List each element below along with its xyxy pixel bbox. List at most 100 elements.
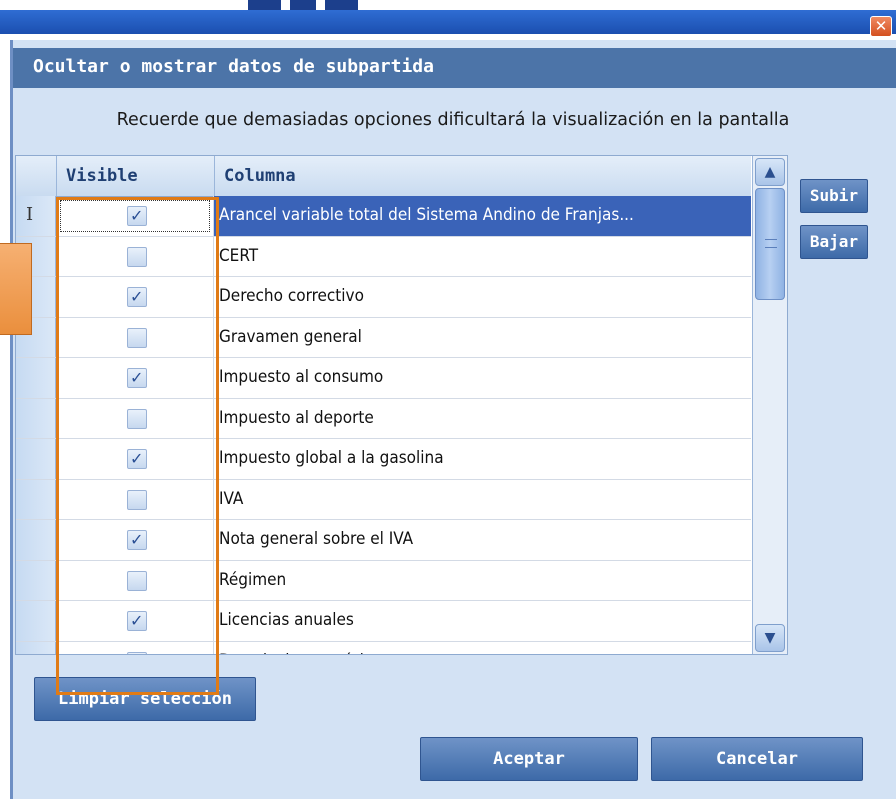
row-selector[interactable] [16,560,56,600]
row-selector-header [16,156,57,196]
row-selector[interactable] [16,439,56,479]
visible-checkbox[interactable] [127,570,147,591]
row-selector[interactable] [16,479,56,519]
table-row[interactable]: IVA [16,479,751,520]
column-name-label: Impuesto global a la gasolina [219,448,444,468]
check-icon: ✓ [130,611,144,630]
vertical-scrollbar[interactable]: ▲ ▼ [752,156,787,654]
visible-checkbox[interactable]: ✓ [127,368,147,388]
visible-checkbox[interactable]: ✓ [127,206,147,226]
column-name-cell[interactable]: CERT [214,237,751,277]
table-row[interactable]: Descripciones mínimas [16,641,751,655]
table-row[interactable]: CERT [16,236,751,277]
columns-grid: Visible Columna I ✓ Arancel variable total… [15,155,788,655]
column-name-cell[interactable]: Impuesto al consumo [214,358,751,398]
column-name-cell[interactable]: Régimen [214,561,751,601]
move-down-button[interactable]: Bajar [800,225,868,259]
column-name-cell[interactable]: Derecho correctivo [214,277,751,317]
window-top-strip [0,0,896,34]
visible-checkbox[interactable] [127,489,147,510]
column-name-cell[interactable]: IVA [214,480,751,520]
grid-rows: I ✓ Arancel variable total del Sistema And… [16,196,751,655]
visible-checkbox[interactable]: ✓ [127,611,147,631]
column-name-cell[interactable]: Licencias anuales [214,601,751,641]
logo-fragment [248,0,358,10]
table-row[interactable]: ✓ Nota general sobre el IVA [16,520,751,561]
grip-icon [765,239,777,248]
table-row[interactable]: ✓ Licencias anuales [16,601,751,642]
check-icon: ✓ [130,368,144,387]
column-name-label: Derecho correctivo [219,286,364,306]
visible-cell [56,317,214,357]
row-selector[interactable] [16,520,56,560]
visible-checkbox[interactable] [127,651,147,654]
visible-checkbox[interactable]: ✓ [127,449,147,469]
column-name-label: Régimen [219,569,287,590]
row-selector[interactable] [16,641,56,654]
visible-cell: ✓ [56,196,214,236]
dialog: Ocultar o mostrar datos de subpartida Re… [10,40,896,799]
chevron-up-icon: ▲ [764,164,776,180]
table-row[interactable]: I ✓ Arancel variable total del Sistema And… [16,196,751,237]
column-name-cell[interactable]: Impuesto al deporte [214,399,751,439]
dialog-title: Ocultar o mostrar datos de subpartida [33,56,434,77]
check-icon: ✓ [130,287,144,306]
visible-cell: ✓ [56,601,214,641]
row-selector[interactable] [16,601,56,641]
visible-cell: ✓ [56,520,214,560]
visible-checkbox[interactable] [127,408,147,429]
grid-header: Visible Columna [16,156,751,197]
table-row[interactable]: Impuesto al deporte [16,398,751,439]
dialog-title-bar: Ocultar o mostrar datos de subpartida [13,48,896,88]
column-name-label: Nota general sobre el IVA [219,529,414,549]
cancel-button[interactable]: Cancelar [651,737,863,781]
column-name-label: Arancel variable total del Sistema Andin… [219,205,634,225]
column-name-header[interactable]: Columna [214,156,751,196]
column-name-label: Licencias anuales [219,610,354,630]
clear-selection-button[interactable]: Limpiar selección [34,677,256,721]
warning-message: Recuerde que demasiadas opciones dificul… [116,110,790,130]
visible-cell: ✓ [56,358,214,398]
row-selector[interactable] [16,358,56,398]
scroll-up-button[interactable]: ▲ [755,158,785,186]
table-row[interactable]: Gravamen general [16,317,751,358]
column-name-label: Descripciones mínimas [219,651,396,655]
accept-button[interactable]: Aceptar [420,737,638,781]
close-icon: ✕ [874,17,888,35]
visible-cell: ✓ [56,439,214,479]
table-row[interactable]: Régimen [16,560,751,601]
column-name-label: IVA [219,488,244,509]
scroll-down-button[interactable]: ▼ [755,624,785,652]
visible-checkbox[interactable]: ✓ [127,530,147,550]
check-icon: ✓ [130,206,144,225]
table-row[interactable]: ✓ Impuesto global a la gasolina [16,439,751,480]
visible-cell [56,641,214,654]
visible-column-header[interactable]: Visible [56,156,215,196]
visible-checkbox[interactable]: ✓ [127,287,147,307]
move-up-button[interactable]: Subir [800,179,868,213]
column-name-cell[interactable]: Nota general sobre el IVA [214,520,751,560]
visible-cell [56,236,214,276]
table-row[interactable]: ✓ Impuesto al consumo [16,358,751,399]
column-name-cell[interactable]: Descripciones mínimas [214,642,751,655]
side-tab [0,243,32,335]
row-selector[interactable] [16,398,56,438]
scrollbar-thumb[interactable] [755,188,785,300]
close-button[interactable]: ✕ [870,16,892,37]
check-icon: ✓ [130,449,144,468]
visible-checkbox[interactable] [127,246,147,267]
column-name-cell[interactable]: Impuesto global a la gasolina [214,439,751,479]
column-name-label: Gravamen general [219,326,362,347]
chevron-down-icon: ▼ [764,630,776,646]
visible-checkbox[interactable] [127,327,147,348]
column-name-label: Impuesto al deporte [219,407,374,428]
check-icon: ✓ [130,530,144,549]
visible-cell [56,479,214,519]
table-row[interactable]: ✓ Derecho correctivo [16,277,751,318]
visible-cell [56,398,214,438]
column-name-cell[interactable]: Gravamen general [214,318,751,358]
column-name-cell[interactable]: Arancel variable total del Sistema Andin… [214,196,751,236]
window-titlebar [0,10,896,34]
column-name-label: CERT [219,245,259,266]
row-selector[interactable]: I [16,196,56,236]
